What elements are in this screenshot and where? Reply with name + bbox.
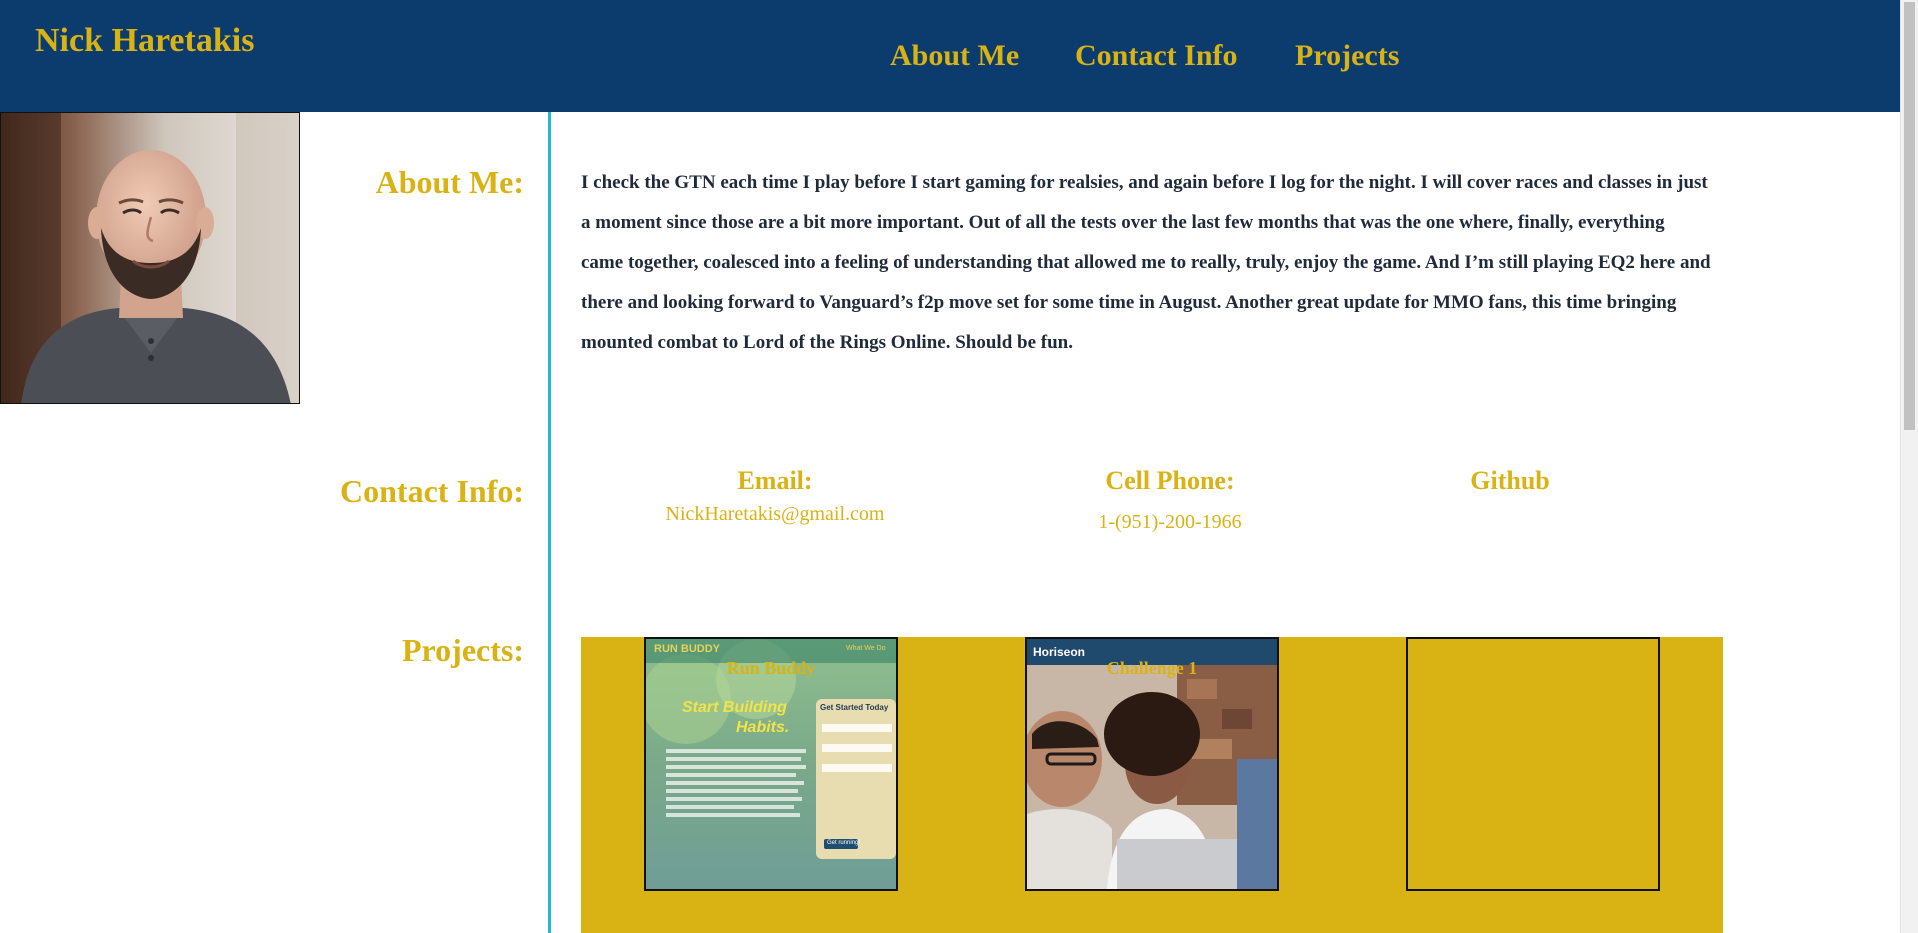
cell-phone-value[interactable]: 1-(951)-200-1966: [1050, 508, 1290, 536]
run-buddy-nav-text: What We Do: [846, 645, 886, 652]
about-me-heading: About Me:: [375, 164, 524, 200]
email-label: Email:: [737, 466, 813, 495]
run-buddy-brand: RUN BUDDY: [654, 643, 720, 655]
site-header: Nick Haretakis About Me Contact Info Pro…: [0, 0, 1900, 112]
project-title-challenge-1: Challenge 1: [1106, 658, 1198, 678]
email-block: Email: NickHaretakis@gmail.com: [635, 464, 915, 528]
profile-photo-image: [1, 113, 299, 403]
project-card-challenge-1[interactable]: Horiseon Challenge 1: [1025, 637, 1279, 891]
projects-panel: RUN BUDDY What We Do Start Building Habi…: [581, 637, 1723, 933]
run-buddy-form-button: Get running!: [827, 840, 861, 846]
site-title: Nick Haretakis: [35, 22, 255, 59]
projects-heading: Projects:: [402, 632, 524, 668]
github-link[interactable]: Github: [1430, 464, 1590, 498]
profile-photo: [0, 112, 300, 404]
nav-link-contact-info[interactable]: Contact Info: [1075, 34, 1238, 78]
scrollbar-thumb[interactable]: [1904, 2, 1915, 430]
project-card-empty[interactable]: [1406, 637, 1660, 891]
contact-info-heading: Contact Info:: [340, 473, 524, 509]
email-value[interactable]: NickHaretakis@gmail.com: [635, 500, 915, 528]
run-buddy-headline-2: Habits.: [736, 719, 790, 736]
vertical-scrollbar[interactable]: [1900, 0, 1918, 933]
nav-link-projects[interactable]: Projects: [1295, 34, 1399, 78]
run-buddy-headline-1: Start Building: [682, 699, 787, 716]
nav-link-about-me[interactable]: About Me: [890, 34, 1019, 78]
page: Nick Haretakis About Me Contact Info Pro…: [0, 0, 1918, 933]
project-title-run-buddy: Run Buddy: [726, 658, 816, 678]
vertical-divider: [548, 112, 551, 933]
run-buddy-form-title: Get Started Today: [820, 703, 889, 712]
about-me-text: I check the GTN each time I play before …: [581, 172, 1711, 353]
project-card-run-buddy[interactable]: RUN BUDDY What We Do Start Building Habi…: [644, 637, 898, 891]
github-block: Github: [1430, 464, 1590, 498]
phone-block: Cell Phone: 1-(951)-200-1966: [1050, 464, 1290, 536]
cell-phone-label: Cell Phone:: [1105, 466, 1235, 495]
